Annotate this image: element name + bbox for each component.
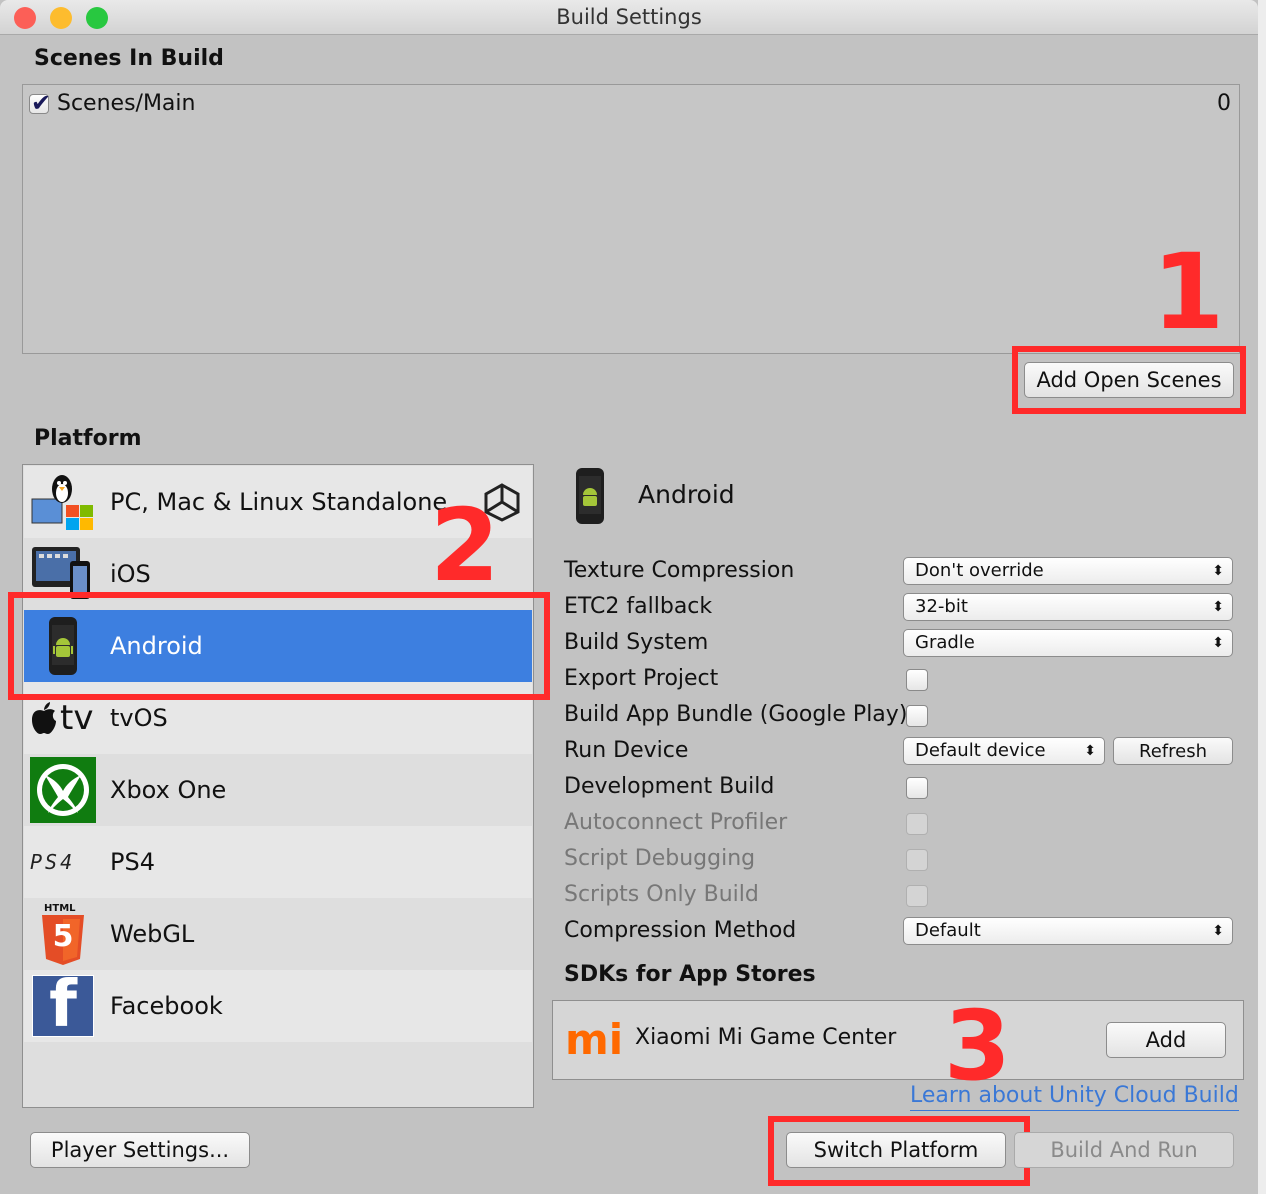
sdk-name: Xiaomi Mi Game Center [635,1025,897,1050]
platform-label: PS4 [110,848,155,876]
scene-path: Scenes/Main [57,91,196,116]
export-project-label: Export Project [564,666,719,691]
settings-platform-name: Android [638,480,735,509]
etc2-fallback-label: ETC2 fallback [564,594,713,619]
dropdown-arrows-icon: ⬍ [1212,923,1224,939]
etc2-fallback-dropdown[interactable]: 32-bit ⬍ [903,593,1233,621]
scripts-only-build-label: Scripts Only Build [564,882,759,907]
autoconnect-profiler-label: Autoconnect Profiler [564,810,788,835]
html5-icon-label: HTML [44,903,76,914]
facebook-icon: f [30,969,96,1041]
standalone-icon [30,469,96,535]
switch-platform-button[interactable]: Switch Platform [786,1132,1006,1168]
development-build-label: Development Build [564,774,775,799]
html5-icon: HTML 5 [30,901,96,967]
scripts-only-build-checkbox[interactable] [906,885,928,907]
xbox-icon [30,757,96,823]
platform-item-xbox-one[interactable]: Xbox One [24,754,532,826]
autoconnect-profiler-checkbox[interactable] [906,813,928,835]
texture-compression-label: Texture Compression [564,558,795,583]
script-debugging-label: Script Debugging [564,846,756,871]
sdks-title: SDKs for App Stores [564,962,816,987]
add-sdk-button[interactable]: Add [1106,1022,1226,1058]
run-device-label: Run Device [564,738,689,763]
dropdown-value: Default [915,920,981,941]
dropdown-arrows-icon: ⬍ [1212,563,1224,579]
dropdown-value: Don't override [915,560,1044,581]
development-build-checkbox[interactable] [906,777,928,799]
build-app-bundle-checkbox[interactable] [906,705,928,727]
ps4-icon: PS4 [30,829,96,895]
compression-method-dropdown[interactable]: Default ⬍ [903,917,1233,945]
scene-index: 0 [1217,91,1231,116]
platform-item-webgl[interactable]: HTML 5 WebGL [24,898,532,970]
run-device-dropdown[interactable]: Default device ⬍ [903,737,1105,765]
platform-label: iOS [110,560,151,588]
unity-cloud-build-link[interactable]: Learn about Unity Cloud Build [910,1082,1239,1111]
annotation-highlight-android [8,592,550,700]
dropdown-arrows-icon: ⬍ [1084,743,1096,759]
platform-label: Xbox One [110,776,227,804]
platform-item-ps4[interactable]: PS4 PS4 [24,826,532,898]
ps4-logo-text: PS4 [30,850,76,874]
build-system-label: Build System [564,630,709,655]
annotation-number-2: 2 [430,487,500,604]
export-project-checkbox[interactable] [906,669,928,691]
script-debugging-checkbox[interactable] [906,849,928,871]
dropdown-arrows-icon: ⬍ [1212,635,1224,651]
platform-item-facebook[interactable]: f Facebook [24,969,532,1042]
window-edge [1258,0,1266,1194]
dropdown-value: Gradle [915,632,975,653]
dropdown-value: 32-bit [915,596,968,617]
window-title: Build Settings [556,5,702,29]
html5-icon-digit: 5 [52,919,74,954]
scene-include-checkbox[interactable] [29,89,51,117]
compression-method-label: Compression Method [564,918,797,943]
annotation-number-1: 1 [1152,231,1225,353]
platform-title: Platform [34,426,142,451]
annotation-number-3: 3 [944,990,1011,1102]
xiaomi-logo-text: mi [565,1015,624,1064]
platform-label: tvOS [110,704,168,732]
player-settings-button[interactable]: Player Settings... [30,1132,250,1168]
platform-label: WebGL [110,920,195,948]
add-open-scenes-button[interactable]: Add Open Scenes [1024,362,1234,398]
scenes-list[interactable]: Scenes/Main 0 [22,84,1240,354]
dropdown-arrows-icon: ⬍ [1212,599,1224,615]
platform-label: PC, Mac & Linux Standalone [110,488,448,516]
platform-label: Facebook [110,992,223,1020]
scenes-in-build-title: Scenes In Build [34,46,224,71]
build-and-run-button[interactable]: Build And Run [1014,1132,1234,1168]
refresh-devices-button[interactable]: Refresh [1113,737,1233,765]
scene-row[interactable]: Scenes/Main 0 [27,89,1235,121]
title-bar[interactable]: Build Settings [0,0,1258,35]
android-icon [570,466,610,526]
texture-compression-dropdown[interactable]: Don't override ⬍ [903,557,1233,585]
build-app-bundle-label: Build App Bundle (Google Play) [564,702,908,727]
facebook-icon-glyph: f [49,968,77,1042]
xiaomi-logo-icon: mi [565,1015,624,1064]
dropdown-value: Default device [915,740,1046,761]
sdk-list: mi Xiaomi Mi Game Center Add [552,1000,1244,1080]
apple-tv-text: tv [60,698,94,738]
build-system-dropdown[interactable]: Gradle ⬍ [903,629,1233,657]
